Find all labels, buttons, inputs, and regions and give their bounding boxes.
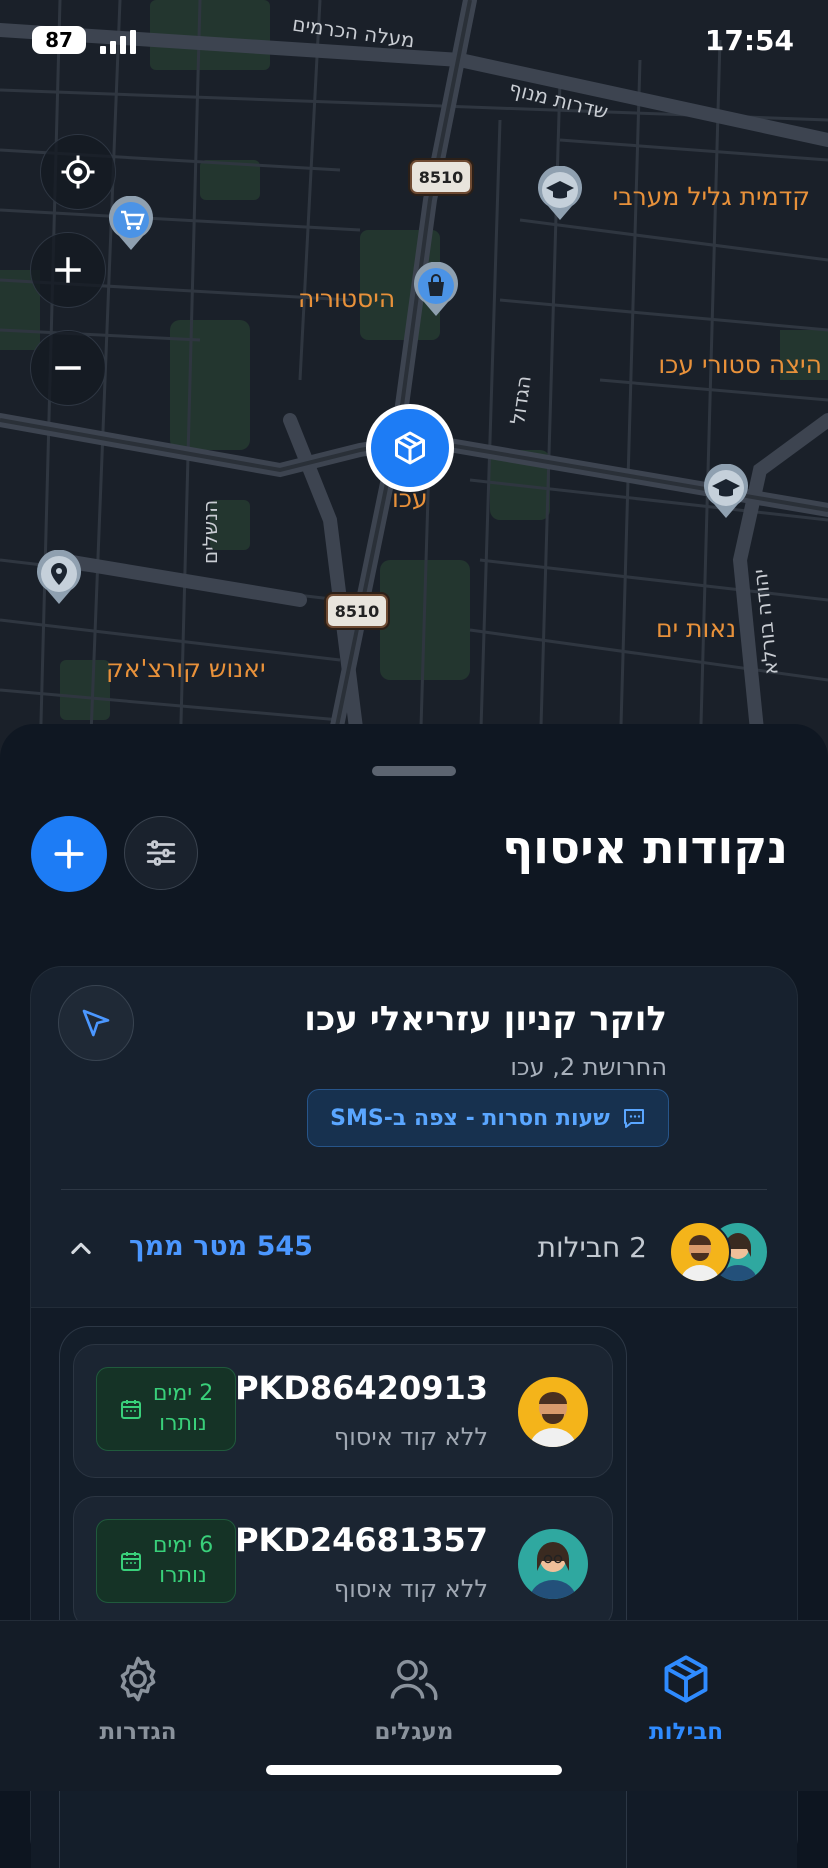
package-row[interactable]: PKD86420913 ללא קוד איסוף 2 ימים נותרו xyxy=(73,1344,613,1478)
distance-text: 545 מטר ממך xyxy=(129,1231,313,1262)
avatar xyxy=(518,1529,588,1599)
tab-circles[interactable]: מעגלים xyxy=(314,1653,514,1745)
battery-indicator: 87 xyxy=(32,26,86,54)
zoom-out-icon xyxy=(55,366,81,370)
poi-label: נאות ים xyxy=(656,614,737,643)
zoom-in-button[interactable] xyxy=(30,232,106,308)
status-time: 17:54 xyxy=(704,24,794,57)
graduation-pin-icon[interactable] xyxy=(536,166,584,222)
divider xyxy=(61,1189,767,1190)
locker-address: החרושת 2, עכו xyxy=(510,1053,667,1081)
tab-settings[interactable]: הגדרות xyxy=(38,1653,238,1745)
package-id: PKD86420913 xyxy=(235,1369,488,1407)
package-note: ללא קוד איסוף xyxy=(333,1423,488,1451)
locker-title: לוקר קניון עזריאלי עכו xyxy=(304,999,667,1039)
navigate-button[interactable] xyxy=(58,985,134,1061)
days-left-text: 6 ימים נותרו xyxy=(153,1531,213,1591)
location-target-icon xyxy=(61,155,95,189)
box-marker-icon xyxy=(395,431,425,465)
location-target-button[interactable] xyxy=(40,134,116,210)
days-left-label: נותרו xyxy=(159,1563,207,1588)
poi-label: היסטוריה xyxy=(298,284,396,313)
calendar-icon xyxy=(120,1552,141,1571)
tab-settings-label: הגדרות xyxy=(99,1719,177,1745)
tab-bar: הגדרות מעגלים חבילות xyxy=(0,1620,828,1791)
days-left-count: 6 ימים xyxy=(152,1533,214,1558)
message-icon xyxy=(623,1109,644,1128)
package-row[interactable]: PKD24681357 ללא קוד איסוף 6 ימים נותרו xyxy=(73,1496,613,1630)
days-left-badge: 2 ימים נותרו xyxy=(96,1367,236,1451)
map-view[interactable]: מעלה הכרמים שדרות מנוף הגדול הנשלים יהוד… xyxy=(0,0,828,760)
bag-pin-icon[interactable] xyxy=(412,262,460,318)
street-label: הנשלים xyxy=(198,499,223,565)
locker-marker[interactable] xyxy=(366,404,454,492)
users-icon xyxy=(390,1659,438,1701)
avatar xyxy=(518,1377,588,1447)
chevron-up-icon[interactable] xyxy=(65,1235,97,1263)
filter-button[interactable] xyxy=(124,816,198,890)
zoom-in-icon xyxy=(55,257,81,283)
add-button[interactable] xyxy=(31,816,107,892)
poi-label: יאנוש קורצ'אק xyxy=(106,654,266,683)
days-left-count: 2 ימים xyxy=(152,1381,214,1406)
days-left-text: 2 ימים נותרו xyxy=(153,1379,213,1439)
avatar xyxy=(669,1221,731,1283)
gear-icon xyxy=(120,1656,156,1702)
poi-label: היצה סטורי עכו xyxy=(658,350,822,379)
sheet-grabber[interactable] xyxy=(372,766,456,776)
page-title: נקודות איסוף xyxy=(502,820,788,874)
package-note: ללא קוד איסוף xyxy=(333,1575,488,1603)
tab-circles-label: מעגלים xyxy=(374,1719,454,1745)
days-left-badge: 6 ימים נותרו xyxy=(96,1519,236,1603)
sliders-icon xyxy=(146,840,176,866)
navigation-arrow-icon xyxy=(82,1009,110,1037)
hours-notice-text: שעות חסרות - צפה ב-SMS xyxy=(330,1105,610,1131)
location-pin-icon[interactable] xyxy=(35,550,83,606)
home-indicator xyxy=(266,1765,562,1775)
plus-icon xyxy=(54,839,84,869)
hours-notice[interactable]: שעות חסרות - צפה ב-SMS xyxy=(307,1089,669,1147)
calendar-icon xyxy=(120,1400,141,1419)
cart-pin-icon[interactable] xyxy=(107,196,155,252)
tab-packages-label: חבילות xyxy=(648,1719,724,1745)
route-badge: 8510 xyxy=(410,160,472,194)
package-count: 2 חבילות xyxy=(537,1231,647,1264)
graduation-pin-icon[interactable] xyxy=(702,464,750,520)
days-left-label: נותרו xyxy=(159,1411,207,1436)
signal-icon xyxy=(100,30,136,54)
package-id: PKD24681357 xyxy=(235,1521,488,1559)
zoom-out-button[interactable] xyxy=(30,330,106,406)
map-roads xyxy=(0,0,828,760)
route-badge: 8510 xyxy=(326,594,388,628)
poi-label: קדמית גליל מערבי xyxy=(612,182,810,211)
avatar-group xyxy=(665,1219,769,1283)
tab-packages[interactable]: חבילות xyxy=(586,1653,786,1745)
box-icon xyxy=(664,1655,708,1703)
